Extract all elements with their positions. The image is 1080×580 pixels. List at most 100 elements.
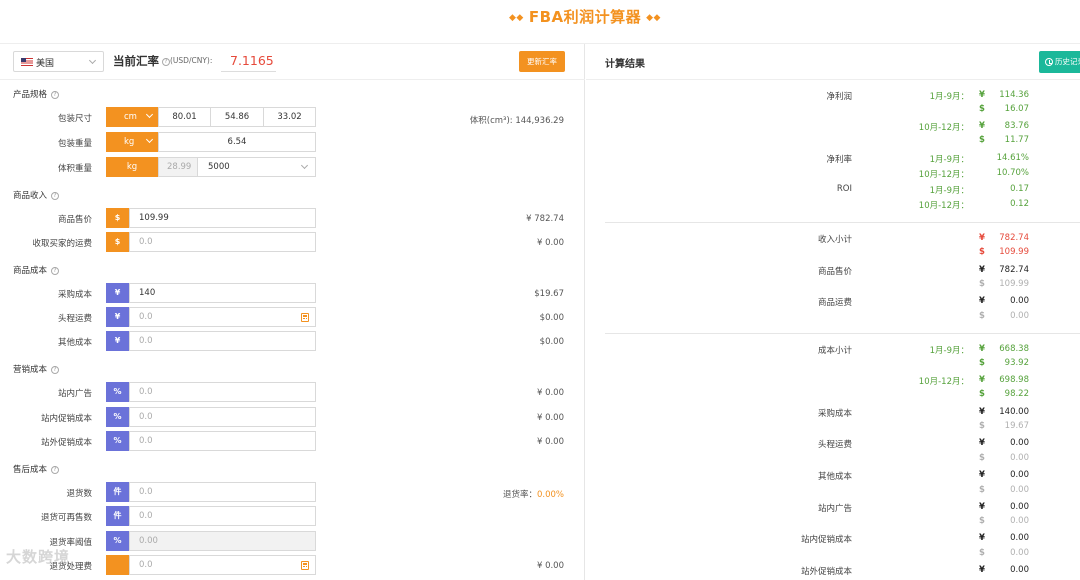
returns-label: 退货数 [66,489,92,499]
promo-cost-cny: 0.00 [1010,533,1029,543]
returns-input[interactable]: 0.0 [129,482,316,502]
cost-subtotal-p2-cny: 698.98 [999,375,1029,385]
height-input[interactable]: 33.02 [263,107,316,127]
results-panel: 计算结果 历史记录 净利润 1月-9月： ¥ 114.36 $ 16.07 10… [586,44,1080,580]
return-fee-input[interactable]: 0.0 [129,555,316,575]
percent-prefix: % [106,531,129,551]
net-profit-p1-cny: 114.36 [999,90,1029,100]
divisor-select[interactable]: 5000 [197,157,316,177]
update-rate-button[interactable]: 更新汇率 [519,51,565,72]
freight-label: 头程运费 [57,314,92,324]
promo-result: ¥ 0.00 [536,413,564,423]
net-profit-p1-usd: 16.07 [1004,104,1029,114]
freight-input[interactable]: 0.0 [129,307,316,327]
section-aftersale: 售后成本? [13,463,60,475]
offsite-promo-input[interactable]: 0.0 [129,431,316,451]
calculator-input-panel: 美国 当前汇率? (USD/CNY): 7.1165 更新汇率 产品规格? 包装… [0,44,585,580]
help-icon[interactable]: ? [51,465,60,474]
help-icon[interactable]: ? [51,191,60,200]
freight-result: $0.00 [539,313,564,323]
net-profit-p2-usd: 11.77 [1004,135,1029,145]
help-icon[interactable]: ? [51,90,60,99]
net-profit-p2-cny: 83.76 [1004,121,1029,131]
app-title: ◆◆ FBA利润计算器 ◆◆ [509,8,661,26]
currency-prefix: ¥ [106,331,129,351]
calculator-icon[interactable] [301,313,309,322]
currency-prefix: ¥ [106,283,129,303]
income-subtotal-cny: 782.74 [999,233,1029,243]
results-header: 计算结果 历史记录 [586,44,1080,80]
diamond-icon: ◆◆ [509,13,524,23]
country-select[interactable]: 美国 [13,51,104,72]
results-title: 计算结果 [605,59,645,70]
calculator-icon[interactable] [301,561,309,570]
exchange-rate-label: 当前汇率? [113,53,170,69]
help-icon[interactable]: ? [51,365,60,374]
other-cost-input[interactable]: 0.0 [129,331,316,351]
resellable-returns-input[interactable]: 0.0 [129,506,316,526]
promo-cost-usd: 0.00 [1010,548,1029,558]
help-icon[interactable]: ? [51,266,60,275]
weight-input[interactable]: 6.54 [158,132,316,152]
purchase-cost-label: 采购成本 [57,290,92,300]
other-cost-label: 其他成本 [57,338,92,348]
buyer-shipping-label: 收取买家的运费 [32,239,92,249]
width-input[interactable]: 54.86 [210,107,264,127]
exchange-rate-value[interactable]: 7.1165 [221,50,276,72]
sale-price-usd: 109.99 [999,279,1029,289]
purchase-cost-usd: 19.67 [1004,421,1029,431]
section-marketing: 营销成本? [13,363,60,375]
buyer-shipping-input[interactable]: 0.0 [129,232,316,252]
offsite-cost-cny: 0.00 [1010,565,1029,575]
sale-shipping-usd: 0.00 [1010,311,1029,321]
rate-toolbar: 美国 当前汇率? (USD/CNY): 7.1165 更新汇率 [0,44,585,80]
length-input[interactable]: 80.01 [158,107,211,127]
roi-p1: 0.17 [1010,184,1029,194]
ads-input[interactable]: 0.0 [129,382,316,402]
size-unit-select[interactable]: cm [106,107,158,127]
unit-prefix: 件 [106,482,129,502]
purchase-cost-cny: 140.00 [999,407,1029,417]
resellable-returns-label: 退货可再售数 [40,513,92,523]
percent-prefix: % [106,407,129,427]
freight-cost-cny: 0.00 [1010,438,1029,448]
volweight-value: 28.99 [158,157,198,177]
volumetric-weight-label: 体积重量 [57,164,92,174]
return-threshold-value: 0.00 [129,531,316,551]
chevron-down-icon [145,135,154,144]
cost-subtotal-p2-usd: 98.22 [1004,389,1029,399]
net-margin-p1: 14.61% [996,153,1029,163]
sale-price-cny: 782.74 [999,265,1029,275]
other-cost-result: $0.00 [539,337,564,347]
promo-input[interactable]: 0.0 [129,407,316,427]
ads-result: ¥ 0.00 [536,388,564,398]
income-subtotal-usd: 109.99 [999,247,1029,257]
price-input[interactable]: 109.99 [129,208,316,228]
purchase-cost-result: $19.67 [534,289,564,299]
net-margin-p2: 10.70% [996,168,1029,178]
sale-shipping-cny: 0.00 [1010,296,1029,306]
ads-cost-cny: 0.00 [1010,502,1029,512]
return-rate-readout: 退货率：0.00% [502,490,564,500]
watermark-logo: 大数跨境 [6,548,71,566]
promo-label: 站内促销成本 [40,414,92,424]
history-button[interactable]: 历史记录 [1039,51,1080,73]
section-income: 商品收入? [13,189,60,201]
clock-icon [1045,58,1053,66]
cost-subtotal-p1-usd: 93.92 [1004,358,1029,368]
diamond-icon: ◆◆ [646,13,661,23]
weight-unit-select[interactable]: kg [106,132,158,152]
purchase-cost-input[interactable]: 140 [129,283,316,303]
percent-prefix: % [106,382,129,402]
price-label: 商品售价 [57,215,92,225]
help-icon[interactable]: ? [162,57,170,66]
section-product-spec: 产品规格? [13,88,60,100]
freight-cost-usd: 0.00 [1010,453,1029,463]
ads-label: 站内广告 [57,389,92,399]
us-flag-icon [21,58,33,66]
return-fee-result: ¥ 0.00 [536,561,564,571]
ads-cost-usd: 0.00 [1010,516,1029,526]
roi-p2: 0.12 [1010,199,1029,209]
chevron-down-icon [300,161,309,170]
chevron-down-icon [88,56,97,65]
